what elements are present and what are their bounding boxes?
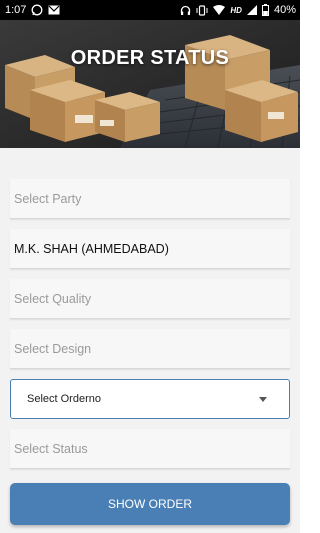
whatsapp-icon <box>31 4 43 16</box>
battery-percent: 40% <box>273 4 296 16</box>
dropdown-arrow-icon <box>259 396 267 402</box>
design-field[interactable]: Select Design <box>10 329 290 369</box>
wifi-icon <box>213 5 226 15</box>
header-banner: ORDER STATUS <box>0 20 300 148</box>
cardboard-boxes-illustration <box>0 20 300 148</box>
vibrate-icon <box>196 4 208 16</box>
page-title: ORDER STATUS <box>70 47 230 69</box>
orderno-select-value: Select Orderno <box>27 393 101 405</box>
quality-field[interactable]: Select Quality <box>10 279 290 319</box>
party-search-field[interactable]: Select Party <box>10 179 290 219</box>
status-time: 1:07 <box>5 4 27 16</box>
signal-icon <box>246 5 257 15</box>
order-status-form: Select Party M.K. SHAH (AHMEDABAD) Selec… <box>0 148 300 533</box>
orderno-select[interactable]: Select Orderno <box>10 379 290 419</box>
battery-icon <box>261 4 269 16</box>
status-field[interactable]: Select Status <box>10 429 290 469</box>
status-bar: 1:07 HD 40% <box>0 0 300 20</box>
network-type-label: HD <box>230 5 242 15</box>
mail-icon <box>48 5 60 15</box>
show-order-button[interactable]: SHOW ORDER <box>10 483 290 525</box>
party-name-field[interactable]: M.K. SHAH (AHMEDABAD) <box>10 229 290 269</box>
headphones-icon <box>180 5 191 16</box>
